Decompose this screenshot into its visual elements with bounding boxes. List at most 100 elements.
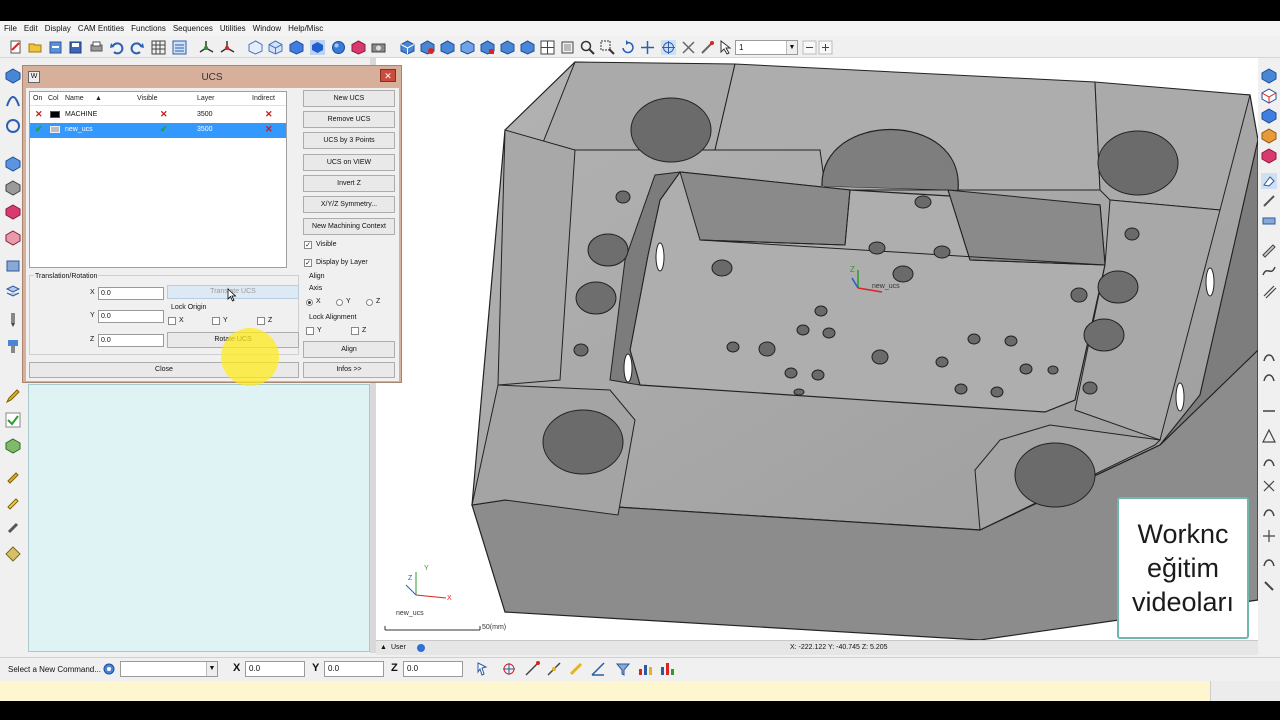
chevron-down-icon[interactable]: ▼ (786, 41, 797, 54)
lock-origin-x-checkbox[interactable] (168, 317, 176, 325)
view-cube-2-icon[interactable] (1261, 88, 1277, 104)
menu-sequences[interactable]: Sequences (173, 24, 213, 33)
model-icon[interactable] (5, 438, 21, 454)
tool-holder-icon[interactable] (5, 338, 21, 354)
shaded-icon[interactable] (310, 40, 325, 55)
snap-cursor-icon[interactable] (476, 661, 492, 677)
curve-9-icon[interactable] (1261, 553, 1277, 569)
spline-icon[interactable] (1261, 263, 1277, 279)
view-cube-5-icon[interactable] (1261, 148, 1277, 164)
xyz-symmetry-button[interactable]: X/Y/Z Symmetry... (303, 196, 395, 213)
ucs-by-3-points-button[interactable]: UCS by 3 Points (303, 132, 395, 149)
curve-3-icon[interactable] (1261, 403, 1277, 419)
new-ucs-button[interactable]: New UCS (303, 90, 395, 107)
col-visible[interactable]: Visible (137, 95, 158, 102)
highlighter-icon[interactable] (5, 494, 21, 510)
layer-stack-icon[interactable] (5, 284, 21, 300)
menu-help[interactable]: Help/Misc (288, 24, 323, 33)
ucs-list[interactable]: On Col Name ▲ Visible Layer Indirect ✕ M… (29, 91, 287, 268)
rotate-view-icon[interactable] (620, 40, 635, 55)
close-icon[interactable]: ✕ (380, 69, 396, 82)
ucs-on-view-button[interactable]: UCS on VIEW (303, 154, 395, 171)
curve-4-icon[interactable] (1261, 428, 1277, 444)
ruler-icon[interactable] (1261, 243, 1277, 259)
layers-icon[interactable] (172, 40, 187, 55)
ucs-row-new-ucs[interactable]: ✔ new_ucs ✔ 3500 ✕ (30, 123, 286, 138)
col-col[interactable]: Col (48, 95, 59, 102)
chevron-down-icon[interactable]: ▼ (206, 662, 217, 676)
sphere-icon[interactable] (331, 40, 346, 55)
lock-align-z-checkbox[interactable] (351, 327, 359, 335)
camera-icon[interactable] (371, 40, 386, 55)
drill-icon[interactable] (5, 312, 21, 328)
measure-icon[interactable] (1261, 213, 1277, 229)
eraser-icon[interactable] (1261, 173, 1277, 189)
target-icon[interactable] (661, 40, 676, 55)
lock-align-y-checkbox[interactable] (306, 327, 314, 335)
view-top-icon[interactable] (268, 40, 283, 55)
view-iso-icon[interactable] (248, 40, 263, 55)
curve-7-icon[interactable] (1261, 503, 1277, 519)
cmd-z-input[interactable]: 0.0 (403, 661, 463, 677)
mode-label[interactable]: User (391, 644, 406, 651)
curve-1-icon[interactable] (1261, 348, 1277, 364)
filter-icon[interactable] (615, 661, 631, 677)
chart-icon[interactable] (659, 661, 675, 677)
print-icon[interactable] (89, 40, 104, 55)
curve-tool-icon[interactable] (1261, 193, 1277, 209)
lock-origin-z-checkbox[interactable] (257, 317, 265, 325)
snap-end-icon[interactable] (524, 661, 540, 677)
section-icon[interactable] (560, 40, 575, 55)
infos-button[interactable]: Infos >> (303, 362, 395, 378)
x-input[interactable]: 0.0 (98, 287, 164, 300)
command-gear-icon[interactable] (102, 662, 117, 676)
menu-edit[interactable]: Edit (24, 24, 38, 33)
snap-mid-icon[interactable] (546, 661, 562, 677)
view-cube-3-icon[interactable] (1261, 108, 1277, 124)
surface-blue-icon[interactable] (5, 156, 21, 172)
menu-display[interactable]: Display (45, 24, 71, 33)
stats-icon[interactable] (637, 661, 653, 677)
open-folder-icon[interactable] (28, 40, 43, 55)
new-machining-context-button[interactable]: New Machining Context (303, 218, 395, 235)
surface-pink-icon[interactable] (5, 230, 21, 246)
row-visible-check-icon[interactable]: ✔ (160, 124, 168, 135)
pan-icon[interactable] (640, 40, 655, 55)
snap-center-icon[interactable] (568, 661, 584, 677)
cube-view-5-icon[interactable] (480, 40, 495, 55)
help-cursor-icon[interactable] (719, 40, 734, 55)
paint-icon[interactable] (5, 468, 21, 484)
col-name[interactable]: Name (65, 95, 84, 102)
save-icon[interactable] (68, 40, 83, 55)
surface-gray-icon[interactable] (5, 180, 21, 196)
axis-move-icon[interactable] (681, 40, 696, 55)
cube-view-2-icon[interactable] (420, 40, 435, 55)
tools-icon[interactable] (700, 40, 715, 55)
offset-icon[interactable] (1261, 283, 1277, 299)
cmd-y-input[interactable]: 0.0 (324, 661, 384, 677)
plus-icon[interactable] (818, 40, 833, 55)
minus-icon[interactable] (802, 40, 817, 55)
col-indirect[interactable]: Indirect (252, 95, 275, 102)
cube-view-7-icon[interactable] (520, 40, 535, 55)
grid-icon[interactable] (151, 40, 166, 55)
ucs-row-machine[interactable]: ✕ MACHINE ✕ 3500 ✕ (30, 108, 286, 123)
redo-icon[interactable] (130, 40, 145, 55)
curve-10-icon[interactable] (1261, 578, 1277, 594)
invert-z-button[interactable]: Invert Z (303, 175, 395, 192)
snap-angle-icon[interactable] (590, 661, 606, 677)
undo-icon[interactable] (109, 40, 124, 55)
pencil-icon[interactable] (5, 388, 21, 404)
layer-combo[interactable]: 1 ▼ (735, 40, 798, 55)
zoom-box-icon[interactable] (600, 40, 615, 55)
brush-icon[interactable] (5, 520, 21, 536)
ucs-axes-icon[interactable] (199, 40, 214, 55)
toolpath-icon[interactable] (5, 92, 21, 108)
mesh-icon[interactable] (5, 68, 21, 84)
menu-window[interactable]: Window (253, 24, 281, 33)
command-combo[interactable]: ▼ (120, 661, 218, 677)
axis-z-radio[interactable] (366, 299, 373, 306)
surface-red-icon[interactable] (5, 204, 21, 220)
view-front-icon[interactable] (289, 40, 304, 55)
menu-file[interactable]: File (4, 24, 17, 33)
